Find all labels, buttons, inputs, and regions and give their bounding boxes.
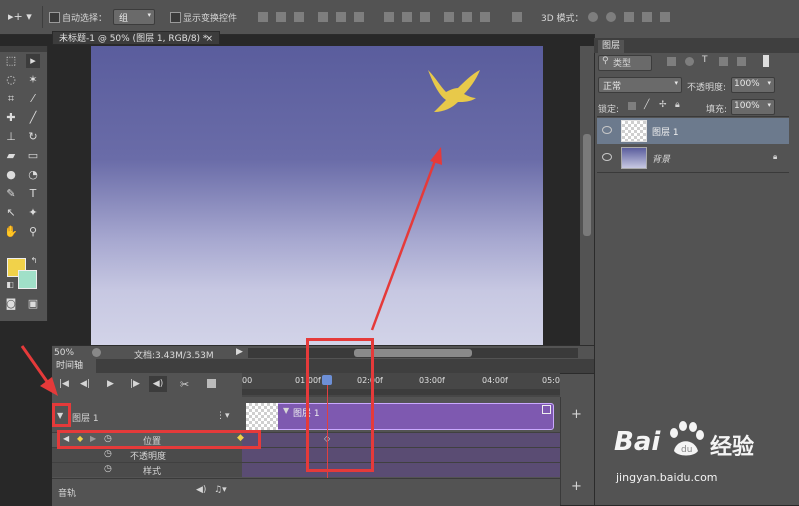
- arrow-head: [430, 147, 442, 165]
- svg-text:du: du: [681, 445, 692, 455]
- watermark-brand-suffix: 经验: [710, 435, 755, 460]
- watermark-url: jingyan.baidu.com: [616, 471, 718, 484]
- arrow-line: [370, 157, 438, 331]
- arrow-head: [40, 377, 58, 396]
- arrow-line: [20, 345, 50, 384]
- paw-logo: du: [670, 421, 704, 456]
- watermark: Bai du 经验 jingyan.baidu.com: [610, 415, 790, 495]
- watermark-brand: Bai: [614, 427, 661, 457]
